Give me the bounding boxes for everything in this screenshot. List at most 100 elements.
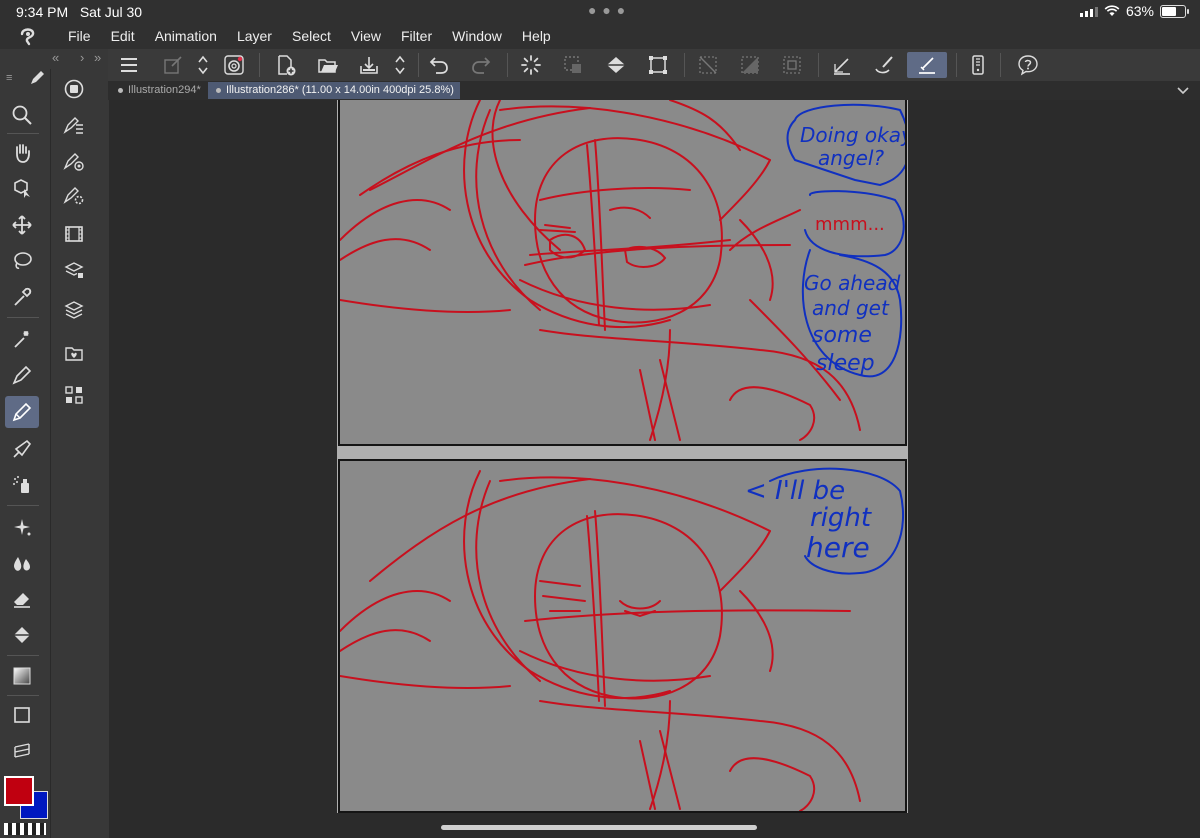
command-bar	[108, 49, 1200, 82]
speech-line: right	[810, 503, 872, 533]
magic-wand-icon[interactable]	[5, 323, 39, 355]
sketch-panel-2: < I'll be right here	[340, 467, 905, 811]
pencil-icon[interactable]	[5, 396, 39, 428]
object-icon[interactable]	[5, 172, 39, 204]
tool-separator	[7, 695, 39, 696]
hand-icon[interactable]	[5, 137, 39, 169]
signal-icon	[1079, 6, 1098, 17]
menu-filter[interactable]: Filter	[391, 28, 442, 44]
comic-panel-2[interactable]: < I'll be right here	[338, 459, 907, 813]
lasso-icon[interactable]	[5, 245, 39, 277]
comic-panel-1[interactable]: Doing okay angel? mmm... Go ahead and ge…	[338, 100, 907, 446]
menu-items: File Edit Animation Layer Select View Filter Wi…	[58, 28, 561, 44]
frame-icon[interactable]	[5, 735, 39, 767]
edit-disabled-icon	[160, 52, 186, 78]
tab-dot-icon	[216, 87, 221, 93]
snap-ruler-icon[interactable]	[907, 52, 947, 78]
nav-next-icon[interactable]: ›	[80, 50, 84, 65]
brush-icon[interactable]	[5, 433, 39, 465]
sub-tool-icon[interactable]	[62, 113, 86, 137]
menu-layer[interactable]: Layer	[227, 28, 282, 44]
save-options-icon[interactable]	[387, 52, 413, 78]
transform-icon[interactable]	[645, 52, 671, 78]
main-color-swatch[interactable]	[4, 776, 34, 806]
app-logo-icon[interactable]	[18, 26, 38, 46]
open-file-icon[interactable]	[315, 52, 341, 78]
ruler-pen-icon[interactable]	[829, 52, 855, 78]
material-icon[interactable]	[62, 341, 86, 365]
menu-bar: File Edit Animation Layer Select View Filter Wi…	[0, 24, 1200, 49]
toolbar-separator	[956, 53, 957, 77]
status-date: Sat Jul 30	[79, 4, 143, 20]
speech-line: angel?	[818, 146, 884, 170]
tool-separator	[7, 505, 39, 506]
quick-access-icon[interactable]	[62, 383, 86, 407]
expand-selection-disabled-icon	[779, 52, 805, 78]
tab-illustration294[interactable]: Illustration294*	[110, 82, 207, 99]
brush-size-icon[interactable]	[62, 183, 86, 207]
color-swatches	[2, 775, 48, 838]
menu-view[interactable]: View	[341, 28, 391, 44]
gradient-icon[interactable]	[5, 660, 39, 692]
toolbar-separator	[507, 53, 508, 77]
canvas-page[interactable]: Doing okay angel? mmm... Go ahead and ge…	[337, 100, 908, 813]
tool-palette-menu-icon[interactable]: ≡	[6, 73, 20, 84]
undo-icon[interactable]	[426, 52, 452, 78]
fill-icon[interactable]	[5, 619, 39, 651]
timeline-icon[interactable]	[62, 222, 86, 246]
layer-icon[interactable]	[62, 298, 86, 322]
document-tabs: Illustration294* Illustration286* (11.00…	[108, 81, 1200, 100]
deselect-disabled-icon	[695, 52, 721, 78]
invert-selection-disabled-icon	[737, 52, 763, 78]
loading-icon[interactable]	[518, 52, 544, 78]
menu-window[interactable]: Window	[442, 28, 512, 44]
expand-collapse-icon[interactable]	[190, 52, 216, 78]
fill-bucket-icon[interactable]	[603, 52, 629, 78]
collapse-subtool-icon[interactable]: «	[52, 50, 59, 65]
status-time: 9:34 PM Sat Jul 30	[16, 4, 143, 20]
menu-help[interactable]: Help	[512, 28, 561, 44]
toolbar-separator	[418, 53, 419, 77]
sketch-panel-1: Doing okay angel? mmm... Go ahead and ge…	[340, 100, 905, 441]
battery-icon	[1160, 4, 1189, 18]
menu-select[interactable]: Select	[282, 28, 341, 44]
tab-dot-icon	[118, 87, 123, 93]
help-icon[interactable]	[1015, 52, 1041, 78]
menu-animation[interactable]: Animation	[145, 28, 227, 44]
menu-edit[interactable]: Edit	[101, 28, 145, 44]
tool-property-icon[interactable]	[62, 149, 86, 173]
save-icon[interactable]	[356, 52, 382, 78]
tab-illustration286[interactable]: Illustration286* (11.00 x 14.00in 400dpi…	[208, 82, 460, 99]
tool-separator	[7, 317, 39, 318]
tool-palette-pen-icon[interactable]	[28, 69, 46, 87]
tool-separator	[7, 133, 39, 134]
pen-icon[interactable]	[5, 359, 39, 391]
speech-line: sleep	[816, 351, 875, 376]
layer-property-icon[interactable]	[62, 258, 86, 282]
toolbar-separator	[818, 53, 819, 77]
speech-line: Go ahead	[804, 271, 901, 295]
decoration-icon[interactable]	[5, 511, 39, 543]
tabs-dropdown-icon[interactable]	[1176, 82, 1190, 98]
blend-icon[interactable]	[5, 548, 39, 580]
transparent-color-swatch[interactable]	[4, 823, 46, 835]
figure-icon[interactable]	[5, 699, 39, 731]
battery-percent: 63%	[1125, 3, 1154, 19]
clip-studio-icon[interactable]	[221, 52, 247, 78]
toolbar-separator	[684, 53, 685, 77]
new-file-icon[interactable]	[273, 52, 299, 78]
brush-stroke-icon[interactable]	[871, 52, 897, 78]
home-indicator[interactable]	[441, 825, 757, 830]
menu-file[interactable]: File	[58, 28, 101, 44]
menu-icon[interactable]	[116, 52, 142, 78]
magnifier-icon[interactable]	[5, 99, 39, 131]
eyedropper-icon[interactable]	[5, 281, 39, 313]
move-icon[interactable]	[5, 209, 39, 241]
navigator-icon[interactable]	[62, 77, 86, 101]
expand-panel-icon[interactable]: »	[94, 50, 101, 65]
speech-line: Doing okay	[800, 123, 905, 147]
device-settings-icon[interactable]	[965, 52, 991, 78]
airbrush-icon[interactable]	[5, 469, 39, 501]
multitasking-dots-icon[interactable]: ● ● ●	[588, 2, 626, 18]
eraser-icon[interactable]	[5, 583, 39, 615]
